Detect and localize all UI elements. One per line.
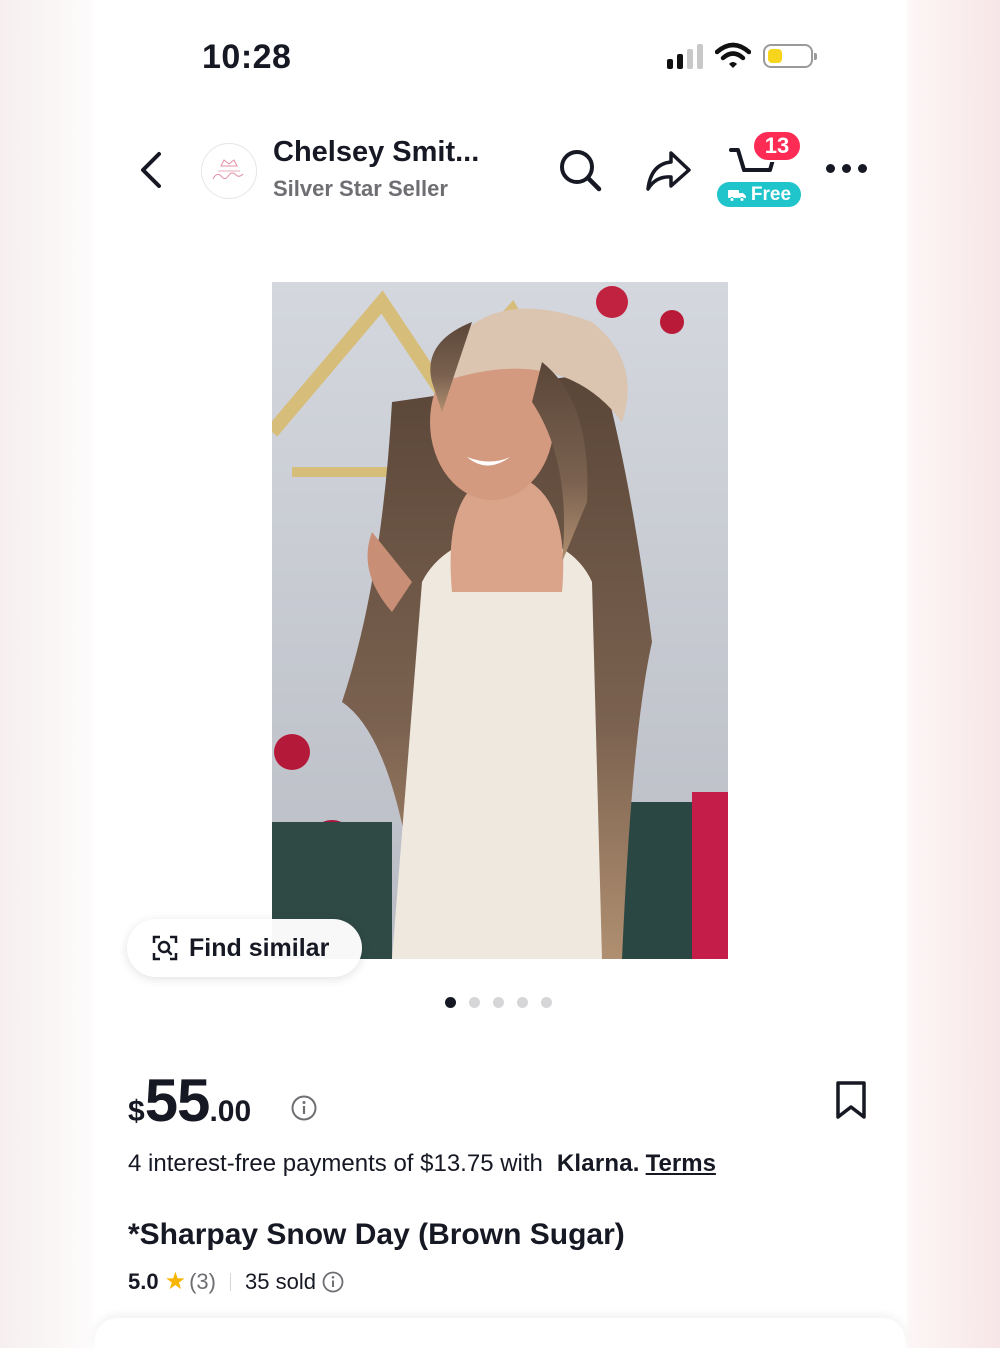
review-count[interactable]: (3): [189, 1269, 216, 1295]
seller-name[interactable]: Chelsey Smit...: [273, 136, 479, 169]
pagination-dot[interactable]: [541, 997, 552, 1008]
visual-search-icon: [152, 935, 178, 961]
klarna-terms-link[interactable]: Terms: [646, 1150, 716, 1178]
pagination-dot[interactable]: [445, 997, 456, 1008]
rating-row[interactable]: 5.0 ★ (3) 35 sold: [128, 1267, 344, 1296]
installments-text: 4 interest-free payments of $13.75 with: [128, 1150, 543, 1177]
find-similar-label: Find similar: [189, 933, 330, 962]
seller-avatar[interactable]: [201, 143, 257, 199]
product-image[interactable]: [272, 282, 728, 959]
search-icon[interactable]: [556, 146, 604, 194]
truck-icon: [727, 189, 746, 202]
pagination-dot[interactable]: [469, 997, 480, 1008]
sold-info-icon[interactable]: [322, 1271, 344, 1293]
free-shipping-badge: Free: [715, 180, 803, 209]
bookmark-icon[interactable]: [834, 1080, 868, 1120]
price-whole: 55: [144, 1067, 211, 1134]
status-icons: [667, 42, 817, 70]
share-icon[interactable]: [644, 146, 692, 194]
status-time: 10:28: [202, 38, 292, 76]
cart-count-badge: 13: [752, 130, 802, 162]
product-photo: [272, 282, 728, 959]
price-decimal: .00: [209, 1095, 252, 1128]
divider: [230, 1272, 231, 1291]
rating-score: 5.0: [128, 1268, 159, 1294]
bottom-sheet-edge: [95, 1318, 905, 1348]
wifi-icon: [715, 42, 751, 68]
pagination-dot[interactable]: [517, 997, 528, 1008]
more-options-icon[interactable]: [826, 164, 867, 173]
sold-count: 35 sold: [245, 1268, 316, 1294]
product-title: *Sharpay Snow Day (Brown Sugar): [128, 1218, 625, 1251]
seller-logo-icon: [212, 159, 244, 180]
phone-screen: 10:28 Chelsey Smit... Silver Star Seller…: [95, 0, 905, 1348]
price-currency: $: [128, 1095, 145, 1128]
product-price: $ 55 .00: [128, 1066, 251, 1135]
back-arrow-icon[interactable]: [133, 148, 173, 192]
pagination-dot[interactable]: [493, 997, 504, 1008]
free-shipping-label: Free: [750, 183, 792, 205]
find-similar-button[interactable]: Find similar: [127, 919, 362, 977]
installments-row: 4 interest-free payments of $13.75 with …: [128, 1150, 716, 1178]
star-icon: ★: [164, 1268, 187, 1295]
klarna-logo: Klarna.: [556, 1150, 640, 1177]
gallery-pagination[interactable]: [445, 997, 552, 1008]
battery-icon: [763, 44, 817, 68]
cellular-signal-icon: [667, 43, 703, 69]
price-info-icon[interactable]: [291, 1095, 317, 1121]
seller-badge: Silver Star Seller: [273, 176, 448, 201]
